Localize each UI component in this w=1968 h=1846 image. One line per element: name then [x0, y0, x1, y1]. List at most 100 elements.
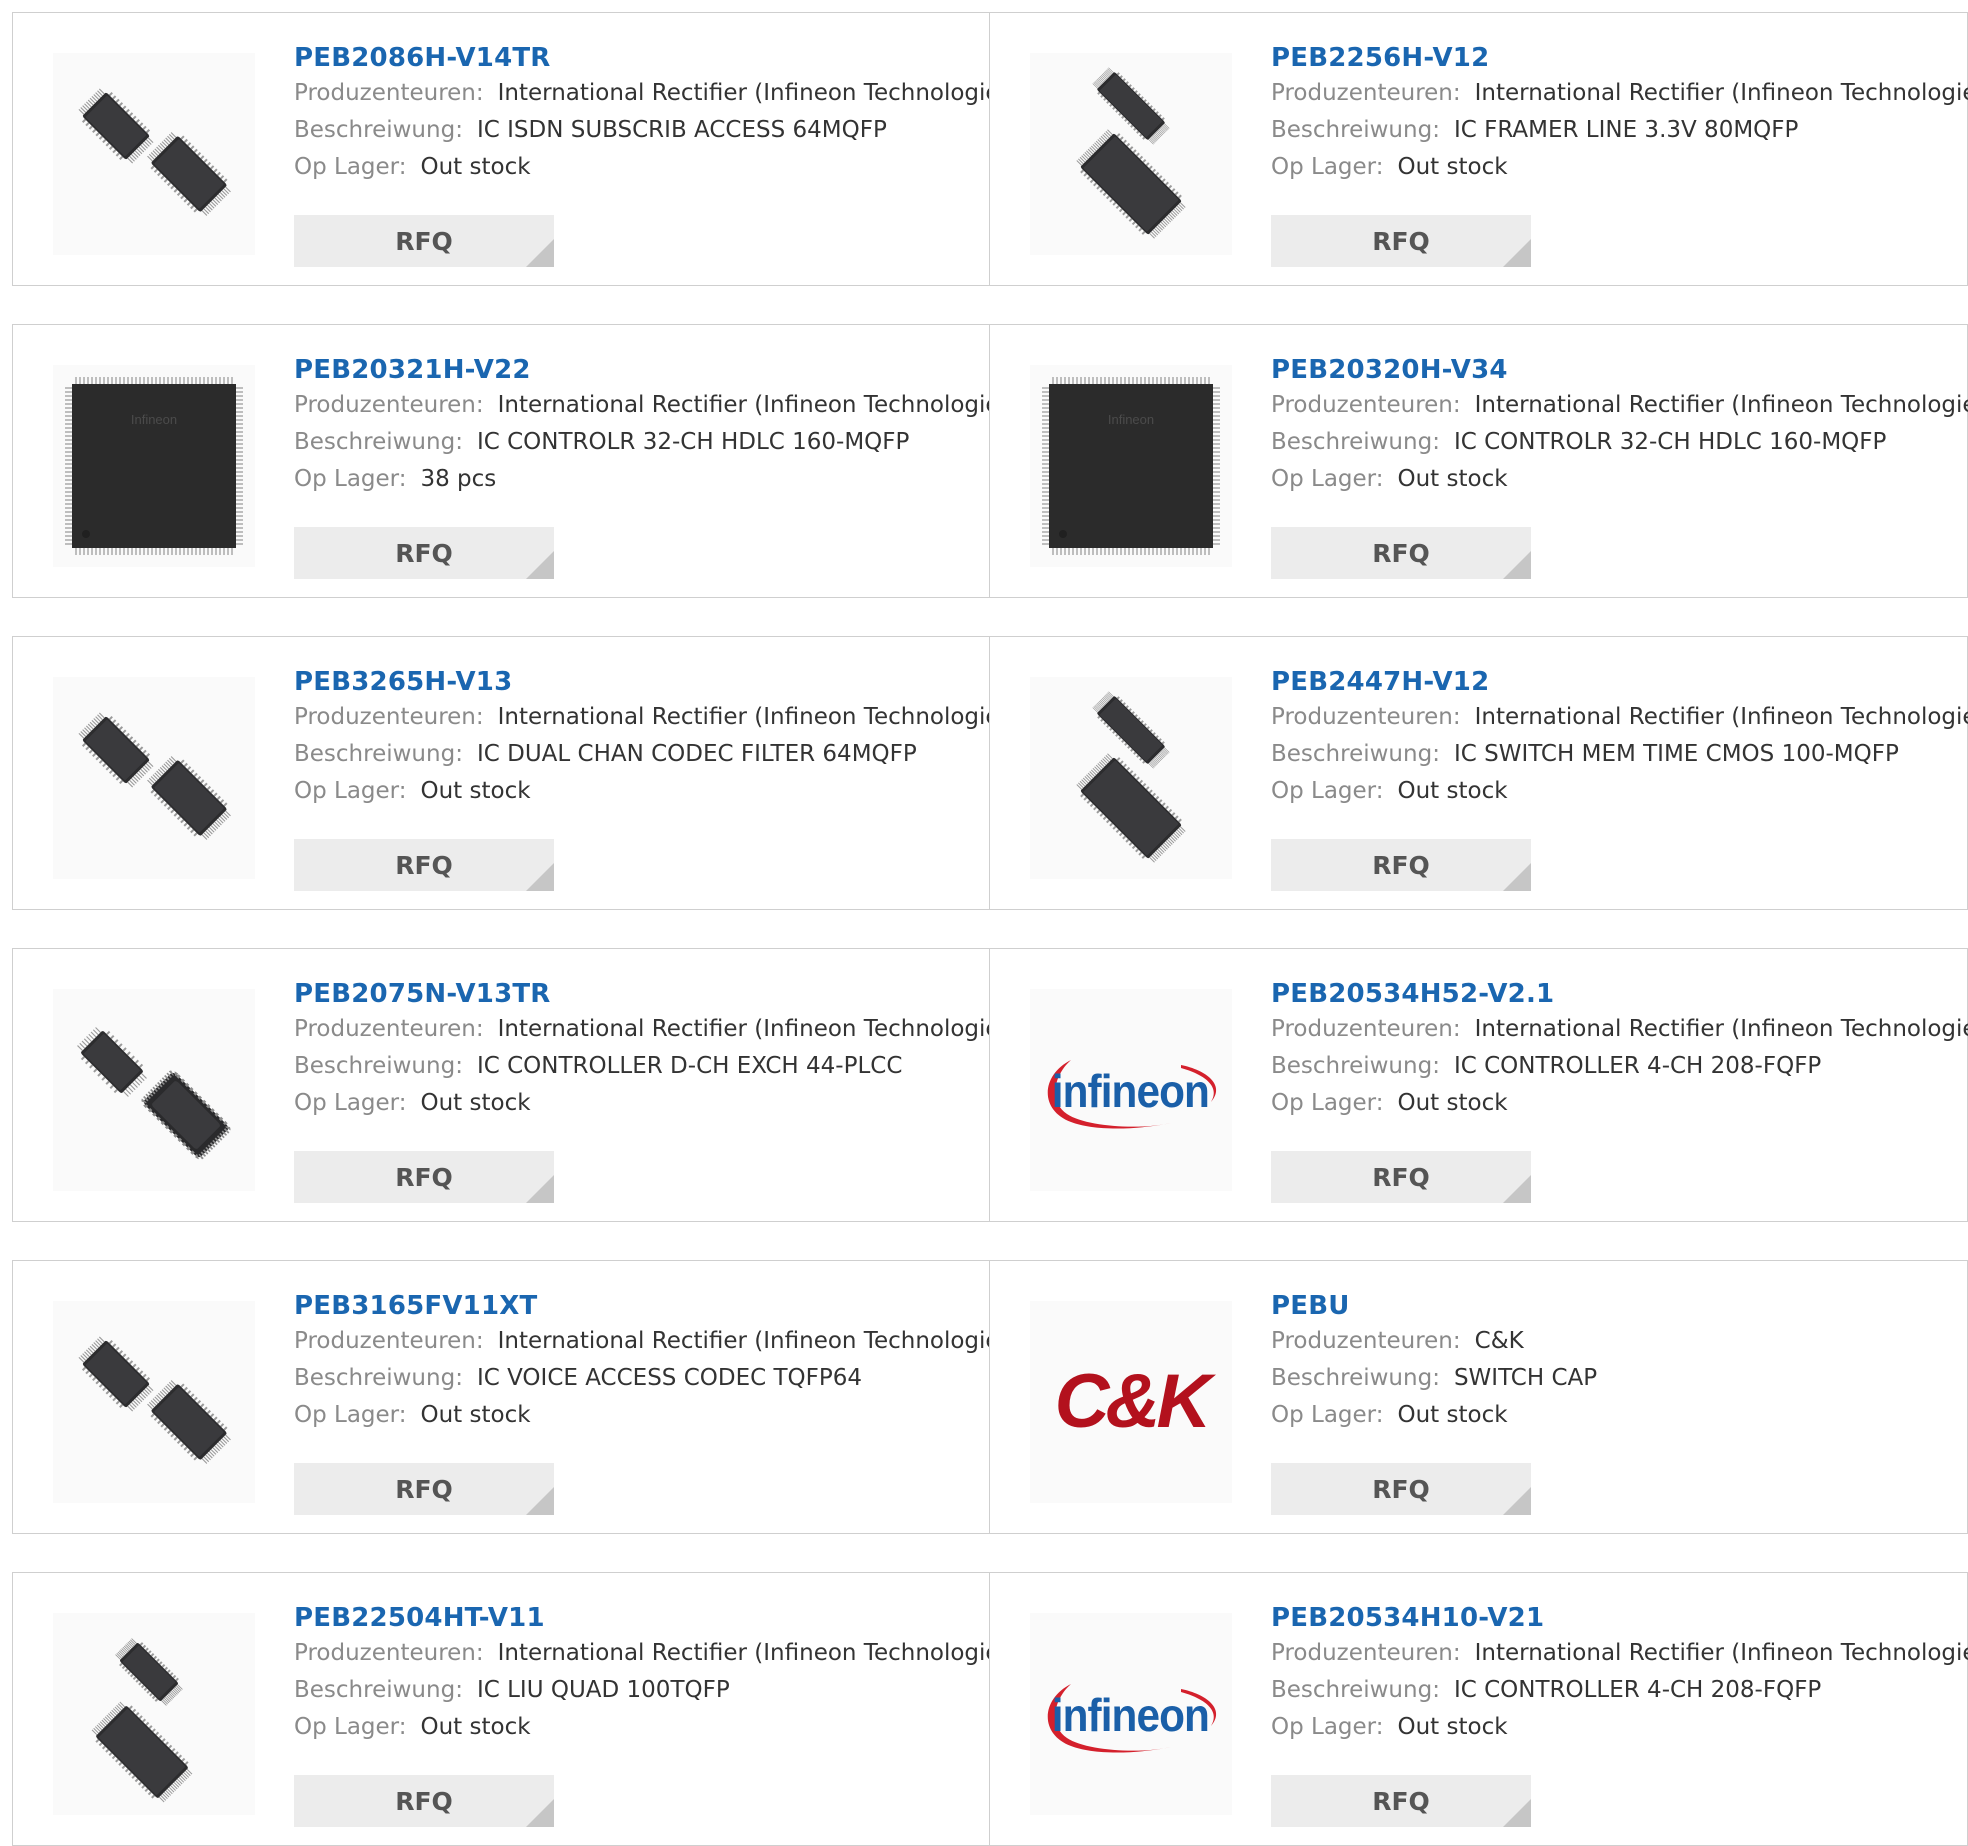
product-name-link[interactable]: PEB20321H-V22: [294, 353, 980, 387]
chip-pair-plcc-icon[interactable]: [53, 989, 255, 1191]
manufacturer-line: Produzenteuren: International Rectifier (…: [294, 75, 1021, 112]
product-name-link[interactable]: PEBU: [1271, 1289, 1957, 1323]
rfq-button[interactable]: RFQ: [1271, 839, 1531, 891]
manufacturer-label: Produzenteuren:: [1271, 1640, 1461, 1666]
manufacturer-line: Produzenteuren: International Rectifier (…: [1271, 1011, 1968, 1048]
stock-label: Op Lager:: [1271, 154, 1384, 180]
product-name-link[interactable]: PEB20534H52-V2.1: [1271, 977, 1957, 1011]
manufacturer-value: International Rectifier (Infineon Techno…: [497, 392, 1021, 418]
description-line: Beschreiwung: IC DUAL CHAN CODEC FILTER 6…: [294, 736, 980, 773]
manufacturer-line: Produzenteuren: International Rectifier (…: [294, 1635, 1021, 1672]
corner-triangle-icon: [1503, 1175, 1531, 1203]
product-name-link[interactable]: PEB2075N-V13TR: [294, 977, 980, 1011]
stock-label: Op Lager:: [1271, 466, 1384, 492]
product-info: PEB22504HT-V11 Produzenteuren: Internatio…: [294, 1601, 1021, 1746]
rfq-button[interactable]: RFQ: [1271, 1775, 1531, 1827]
rfq-button[interactable]: RFQ: [294, 839, 554, 891]
stock-value: Out stock: [1397, 778, 1508, 804]
description-line: Beschreiwung: IC CONTROLR 32-CH HDLC 160-…: [1271, 424, 1957, 461]
ck-logo[interactable]: C&K: [1030, 1301, 1232, 1503]
rfq-button-label: RFQ: [395, 850, 453, 880]
manufacturer-line: Produzenteuren: International Rectifier (…: [294, 699, 1021, 736]
description-value: IC CONTROLLER D-CH EXCH 44-PLCC: [476, 1053, 903, 1079]
product-name-link[interactable]: PEB20320H-V34: [1271, 353, 1957, 387]
manufacturer-line: Produzenteuren: International Rectifier (…: [1271, 387, 1968, 424]
chip-stack-qfp-icon[interactable]: [1030, 53, 1232, 255]
description-label: Beschreiwung:: [294, 429, 463, 455]
product-info: PEB20320H-V34 Produzenteuren: Internation…: [1271, 353, 1968, 498]
chip-large-qfp-icon[interactable]: Infineon: [1030, 365, 1232, 567]
chip-large-qfp-icon[interactable]: Infineon: [53, 365, 255, 567]
description-value: IC LIU QUAD 100TQFP: [476, 1677, 730, 1703]
infineon-logo[interactable]: infineon: [1030, 989, 1232, 1191]
product-info: PEB20534H52-V2.1 Produzenteuren: Internat…: [1271, 977, 1968, 1122]
chip-pair-qfp-icon[interactable]: [53, 1301, 255, 1503]
rfq-button[interactable]: RFQ: [1271, 527, 1531, 579]
rfq-button[interactable]: RFQ: [1271, 215, 1531, 267]
product-row: PEB3265H-V13 Produzenteuren: Internationa…: [12, 636, 1968, 910]
infineon-logo[interactable]: infineon: [1030, 1613, 1232, 1815]
description-line: Beschreiwung: IC VOICE ACCESS CODEC TQFP6…: [294, 1360, 980, 1397]
manufacturer-value: International Rectifier (Infineon Techno…: [497, 704, 1021, 730]
corner-triangle-icon: [526, 1487, 554, 1515]
stock-label: Op Lager:: [294, 154, 407, 180]
product-info: PEB20321H-V22 Produzenteuren: Internation…: [294, 353, 1021, 498]
corner-triangle-icon: [1503, 551, 1531, 579]
manufacturer-value: International Rectifier (Infineon Techno…: [1474, 704, 1968, 730]
chip-pair-tqfp-icon[interactable]: [53, 1613, 255, 1815]
rfq-button[interactable]: RFQ: [294, 1151, 554, 1203]
product-name-link[interactable]: PEB22504HT-V11: [294, 1601, 980, 1635]
rfq-button[interactable]: RFQ: [294, 215, 554, 267]
product-card: PEB3265H-V13 Produzenteuren: Internationa…: [12, 636, 1021, 910]
rfq-button[interactable]: RFQ: [294, 527, 554, 579]
product-name-link[interactable]: PEB20534H10-V21: [1271, 1601, 1957, 1635]
description-line: Beschreiwung: IC CONTROLLER 4-CH 208-FQFP: [1271, 1048, 1957, 1085]
rfq-button[interactable]: RFQ: [294, 1775, 554, 1827]
chip-pair-qfp-icon[interactable]: [53, 677, 255, 879]
product-card: PEB3165FV11XT Produzenteuren: Internation…: [12, 1260, 1021, 1534]
rfq-button[interactable]: RFQ: [1271, 1151, 1531, 1203]
product-name-link[interactable]: PEB2086H-V14TR: [294, 41, 980, 75]
corner-triangle-icon: [1503, 863, 1531, 891]
product-card: Infineon PEB20320H-V34 Produzenteuren: In…: [989, 324, 1968, 598]
manufacturer-label: Produzenteuren:: [294, 392, 484, 418]
chip-stack-qfp-icon[interactable]: [1030, 677, 1232, 879]
product-name-link[interactable]: PEB2447H-V12: [1271, 665, 1957, 699]
description-line: Beschreiwung: IC SWITCH MEM TIME CMOS 100…: [1271, 736, 1957, 773]
svg-text:C&K: C&K: [1055, 1359, 1217, 1444]
rfq-button[interactable]: RFQ: [1271, 1463, 1531, 1515]
stock-value: Out stock: [420, 778, 531, 804]
stock-value: Out stock: [1397, 466, 1508, 492]
product-info: PEB2447H-V12 Produzenteuren: Internationa…: [1271, 665, 1968, 810]
stock-label: Op Lager:: [1271, 1402, 1384, 1428]
product-name-link[interactable]: PEB2256H-V12: [1271, 41, 1957, 75]
description-line: Beschreiwung: IC FRAMER LINE 3.3V 80MQFP: [1271, 112, 1957, 149]
rfq-button-label: RFQ: [1372, 226, 1430, 256]
manufacturer-label: Produzenteuren:: [1271, 1016, 1461, 1042]
product-card: PEB2086H-V14TR Produzenteuren: Internatio…: [12, 12, 1021, 286]
product-row: PEB3165FV11XT Produzenteuren: Internation…: [12, 1260, 1968, 1534]
product-name-link[interactable]: PEB3265H-V13: [294, 665, 980, 699]
manufacturer-line: Produzenteuren: International Rectifier (…: [294, 1011, 1021, 1048]
product-name-link[interactable]: PEB3165FV11XT: [294, 1289, 980, 1323]
product-info: PEBU Produzenteuren: C&K Beschreiwung: SWI…: [1271, 1289, 1957, 1434]
description-value: SWITCH CAP: [1453, 1365, 1598, 1391]
description-line: Beschreiwung: IC CONTROLLER 4-CH 208-FQFP: [1271, 1672, 1957, 1709]
stock-value: Out stock: [1397, 1090, 1508, 1116]
product-row: PEB22504HT-V11 Produzenteuren: Internatio…: [12, 1572, 1968, 1846]
rfq-button[interactable]: RFQ: [294, 1463, 554, 1515]
manufacturer-line: Produzenteuren: International Rectifier (…: [1271, 75, 1968, 112]
product-info: PEB2075N-V13TR Produzenteuren: Internatio…: [294, 977, 1021, 1122]
description-value: IC CONTROLLER 4-CH 208-FQFP: [1453, 1677, 1822, 1703]
product-row: Infineon PEB20321H-V22 Produzenteuren: In…: [12, 324, 1968, 598]
manufacturer-label: Produzenteuren:: [294, 1016, 484, 1042]
description-label: Beschreiwung:: [294, 741, 463, 767]
manufacturer-line: Produzenteuren: International Rectifier (…: [1271, 699, 1968, 736]
rfq-button-label: RFQ: [1372, 538, 1430, 568]
stock-value: Out stock: [1397, 154, 1508, 180]
stock-label: Op Lager:: [294, 1402, 407, 1428]
chip-pair-qfp-icon[interactable]: [53, 53, 255, 255]
description-line: Beschreiwung: IC ISDN SUBSCRIB ACCESS 64M…: [294, 112, 980, 149]
rfq-button-label: RFQ: [395, 226, 453, 256]
manufacturer-value: C&K: [1474, 1328, 1524, 1354]
